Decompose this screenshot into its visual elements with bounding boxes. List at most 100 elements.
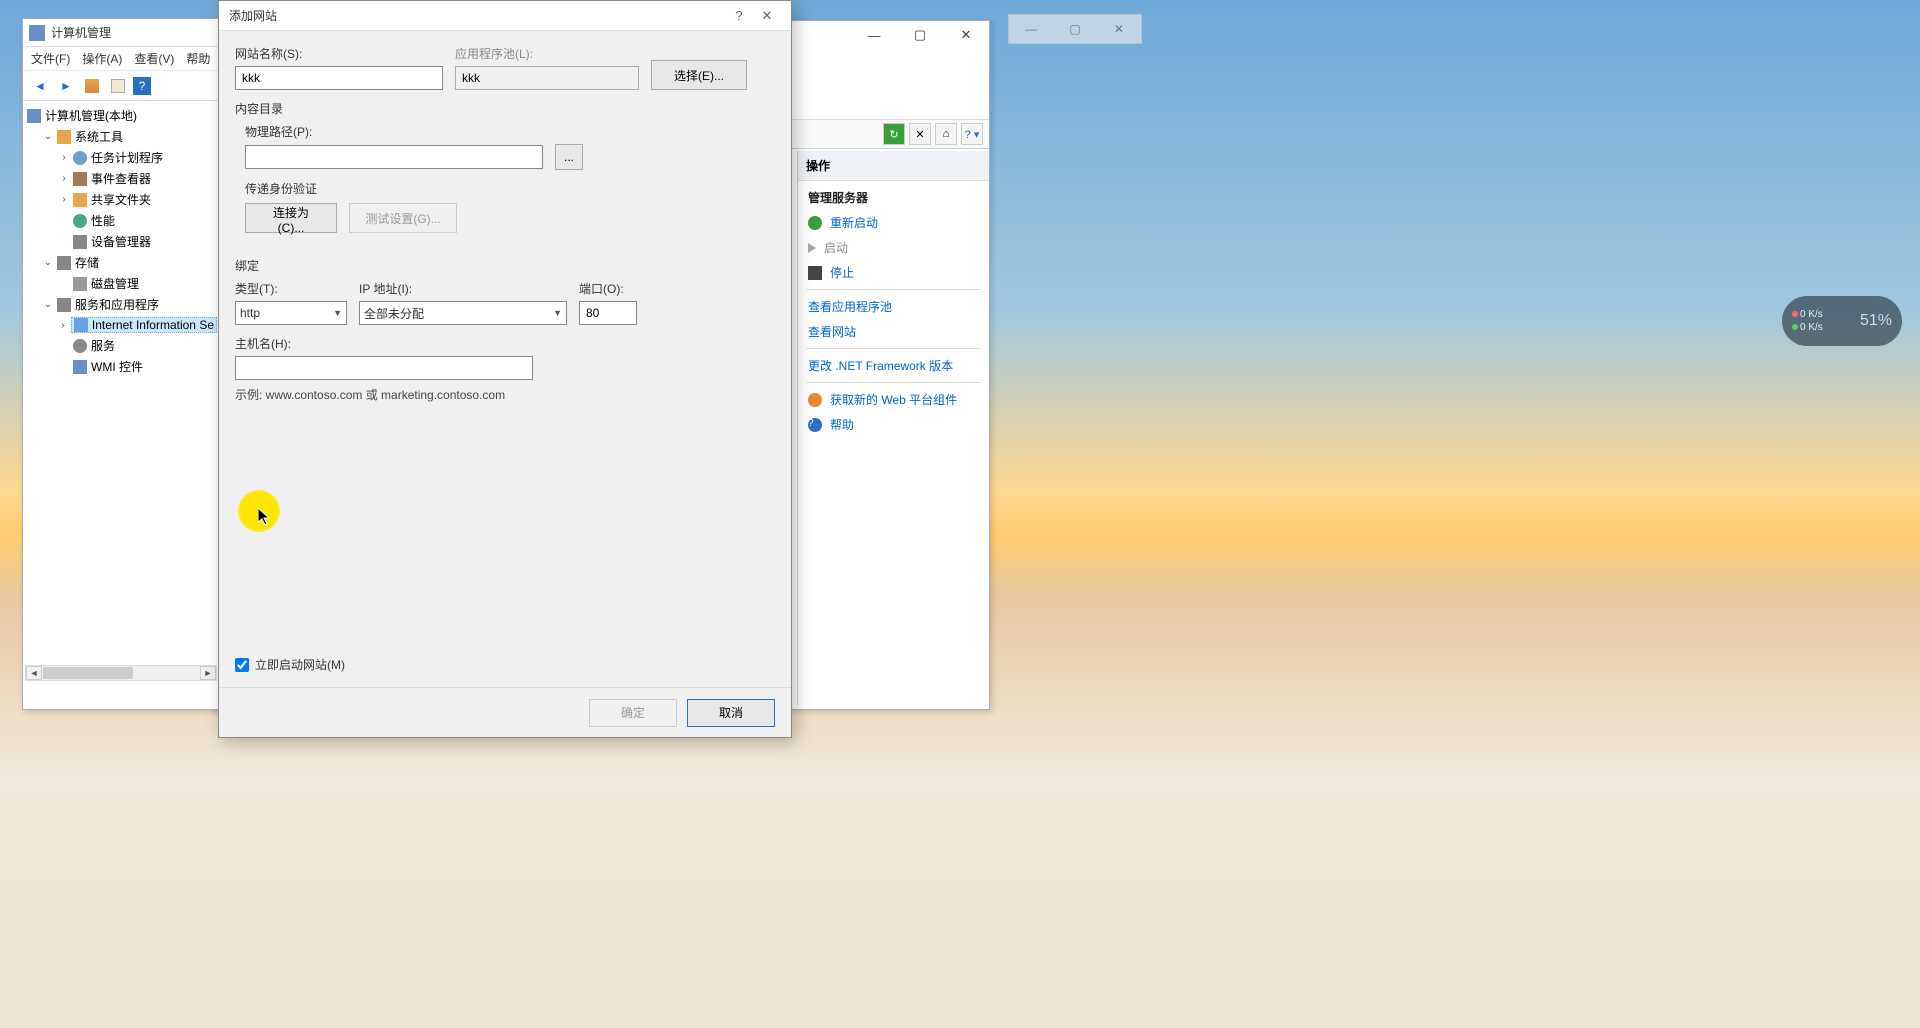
action-restart[interactable]: 重新启动	[798, 210, 989, 235]
menu-view[interactable]: 查看(V)	[134, 50, 174, 67]
dialog-close-button[interactable]: ✕	[753, 4, 781, 28]
action-start[interactable]: 启动	[798, 235, 989, 260]
action-help[interactable]: ?帮助	[798, 412, 989, 437]
binding-heading: 绑定	[235, 257, 775, 274]
expand-toggle[interactable]: ›	[59, 152, 69, 163]
show-hide-tree-button[interactable]	[81, 75, 103, 97]
type-value: http	[240, 306, 260, 320]
expand-toggle[interactable]: ⌄	[43, 131, 53, 142]
select-app-pool-button[interactable]: 选择(E)...	[651, 60, 747, 90]
event-icon	[73, 172, 87, 186]
tree-event-viewer[interactable]: 事件查看器	[91, 170, 151, 187]
menu-file[interactable]: 文件(F)	[31, 50, 70, 67]
computer-management-window: 计算机管理 文件(F) 操作(A) 查看(V) 帮助 ◄ ► ? 计算机管理(本…	[22, 18, 220, 710]
far-close-button[interactable]: ✕	[1097, 15, 1141, 43]
expand-toggle[interactable]: ›	[59, 320, 67, 331]
expand-toggle[interactable]: ⌄	[43, 257, 53, 268]
menu-action[interactable]: 操作(A)	[82, 50, 122, 67]
test-settings-button: 测试设置(G)...	[349, 203, 457, 233]
iis-icon	[74, 318, 88, 332]
iis-refresh-icon[interactable]: ↻	[883, 123, 905, 145]
expand-toggle[interactable]: ⌄	[43, 299, 53, 310]
stop-icon	[808, 266, 822, 280]
iis-help-dropdown-icon[interactable]: ? ▾	[961, 123, 983, 145]
storage-icon	[57, 256, 71, 270]
iis-maximize-button[interactable]: ▢	[897, 21, 943, 49]
app-pool-input	[455, 66, 639, 90]
widget-percent: 51%	[1860, 312, 1892, 330]
physical-path-input[interactable]	[245, 145, 543, 169]
action-stop-label: 停止	[830, 264, 854, 281]
action-get-webplatform[interactable]: 获取新的 Web 平台组件	[798, 387, 989, 412]
site-name-input[interactable]	[235, 66, 443, 90]
mgmt-title-text: 计算机管理	[51, 24, 111, 41]
tree-iis[interactable]: Internet Information Se	[92, 318, 214, 332]
back-button[interactable]: ◄	[29, 75, 51, 97]
ip-select[interactable]: 全部未分配▼	[359, 301, 567, 325]
upload-icon	[1792, 311, 1798, 317]
tree-wmi[interactable]: WMI 控件	[91, 358, 143, 375]
tree-performance[interactable]: 性能	[91, 212, 115, 229]
dialog-titlebar[interactable]: 添加网站 ? ✕	[219, 1, 791, 31]
port-input[interactable]	[579, 301, 637, 325]
separator	[806, 348, 981, 349]
iis-minimize-button[interactable]: —	[851, 21, 897, 49]
action-change-net[interactable]: 更改 .NET Framework 版本	[798, 353, 989, 378]
network-speed-widget[interactable]: 0 K/s 0 K/s 51%	[1782, 296, 1902, 346]
tree-task-scheduler[interactable]: 任务计划程序	[91, 149, 163, 166]
action-view-apppool[interactable]: 查看应用程序池	[798, 294, 989, 319]
tree-shared-folders[interactable]: 共享文件夹	[91, 191, 151, 208]
menu-help[interactable]: 帮助	[186, 50, 210, 67]
cancel-button[interactable]: 取消	[687, 699, 775, 727]
mgmt-titlebar[interactable]: 计算机管理	[23, 19, 219, 47]
dialog-footer: 确定 取消	[219, 687, 791, 737]
properties-button[interactable]	[107, 75, 129, 97]
mgmt-toolbar: ◄ ► ?	[23, 71, 219, 101]
download-speed: 0 K/s	[1792, 322, 1823, 333]
help-button[interactable]: ?	[133, 77, 151, 95]
wmi-icon	[73, 360, 87, 374]
hostname-example: 示例: www.contoso.com 或 marketing.contoso.…	[235, 386, 775, 403]
hostname-input[interactable]	[235, 356, 533, 380]
horizontal-scrollbar[interactable]: ◄ ►	[25, 665, 217, 681]
scroll-left-button[interactable]: ◄	[26, 666, 42, 680]
content-dir-heading: 内容目录	[235, 100, 775, 117]
mgmt-menubar: 文件(F) 操作(A) 查看(V) 帮助	[23, 47, 219, 71]
browse-path-button[interactable]: ...	[555, 144, 583, 170]
action-view-sites[interactable]: 查看网站	[798, 319, 989, 344]
actions-manage-server-heading: 管理服务器	[798, 181, 989, 210]
action-stop[interactable]: 停止	[798, 260, 989, 285]
separator	[806, 382, 981, 383]
action-view-apppool-label: 查看应用程序池	[808, 298, 892, 315]
dialog-help-button[interactable]: ?	[725, 4, 753, 28]
action-help-label: 帮助	[830, 416, 854, 433]
tree-services-apps[interactable]: 服务和应用程序	[75, 296, 159, 313]
tree-services[interactable]: 服务	[91, 337, 115, 354]
scroll-thumb[interactable]	[43, 667, 133, 679]
expand-toggle[interactable]: ›	[59, 194, 69, 205]
tree-storage[interactable]: 存储	[75, 254, 99, 271]
iis-home-icon[interactable]: ⌂	[935, 123, 957, 145]
far-maximize-button[interactable]: ▢	[1053, 15, 1097, 43]
tree-system-tools[interactable]: 系统工具	[75, 128, 123, 145]
action-start-label: 启动	[824, 239, 848, 256]
far-minimize-button[interactable]: —	[1009, 15, 1053, 43]
forward-button[interactable]: ►	[55, 75, 77, 97]
auto-start-checkbox[interactable]	[235, 658, 249, 672]
iis-stop-icon[interactable]: ✕	[909, 123, 931, 145]
mgmt-tree[interactable]: 计算机管理(本地) ⌄ 系统工具 › 任务计划程序 › 事件查看器 › 共享文件夹 性能…	[23, 101, 219, 681]
auto-start-checkbox-row[interactable]: 立即启动网站(M)	[235, 656, 345, 673]
connect-as-button[interactable]: 连接为(C)...	[245, 203, 337, 233]
tree-device-manager[interactable]: 设备管理器	[91, 233, 151, 250]
tools-icon	[57, 130, 71, 144]
tree-root[interactable]: 计算机管理(本地)	[45, 107, 137, 124]
task-icon	[73, 151, 87, 165]
scroll-right-button[interactable]: ►	[200, 666, 216, 680]
server-icon	[27, 109, 41, 123]
iis-close-button[interactable]: ✕	[943, 21, 989, 49]
background-window-far: — ▢ ✕	[1008, 14, 1142, 44]
type-select[interactable]: http▼	[235, 301, 347, 325]
expand-toggle[interactable]: ›	[59, 173, 69, 184]
ip-value: 全部未分配	[364, 305, 424, 322]
tree-disk-mgmt[interactable]: 磁盘管理	[91, 275, 139, 292]
